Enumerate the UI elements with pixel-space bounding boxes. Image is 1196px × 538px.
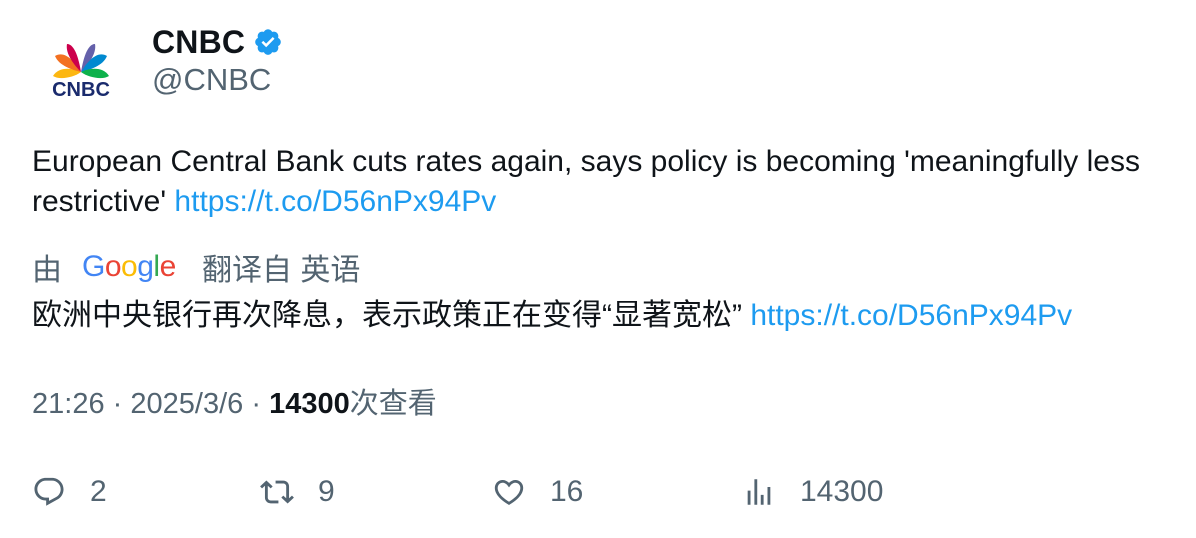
google-logo-icon: Google [82, 250, 176, 283]
reply-count: 2 [90, 475, 107, 508]
retweet-button[interactable]: 9 [260, 470, 335, 514]
translated-body: 欧洲中央银行再次降息，表示政策正在变得“显著宽松” [32, 299, 751, 332]
meta-separator: · [112, 388, 123, 420]
display-name[interactable]: CNBC [152, 24, 245, 61]
tweet-time[interactable]: 21:26 [32, 388, 105, 420]
like-button[interactable]: 16 [492, 470, 583, 514]
views-label: 次查看 [349, 388, 437, 420]
heart-icon [494, 479, 524, 505]
translated-text: 欧洲中央银行再次降息，表示政策正在变得“显著宽松” https://t.co/D… [32, 296, 1182, 336]
views-action-count: 14300 [800, 475, 884, 508]
reply-icon [34, 477, 64, 506]
retweet-icon [260, 480, 294, 504]
cnbc-peacock-logo: CNBC [52, 44, 110, 101]
author-handle[interactable]: @CNBC [152, 62, 271, 98]
author-name-row: CNBC [152, 22, 283, 62]
retweet-count: 9 [318, 475, 335, 508]
views-count: 14300 [269, 388, 350, 420]
cnbc-logo-text: CNBC [52, 79, 110, 101]
verified-badge-icon[interactable] [253, 27, 283, 57]
translated-link[interactable]: https://t.co/D56nPx94Pv [750, 299, 1072, 332]
translation-suffix[interactable]: 翻译自 英语 [202, 245, 360, 289]
translation-prefix: 由 [32, 254, 62, 287]
svg-text:Google: Google [82, 250, 176, 283]
meta-separator: · [251, 388, 261, 420]
avatar[interactable]: CNBC [38, 34, 124, 120]
tweet-date[interactable]: 2025/3/6 [130, 388, 243, 420]
views-button[interactable]: 14300 [742, 470, 883, 514]
like-count: 16 [550, 475, 584, 508]
tweet-text: European Central Bank cuts rates again, … [32, 142, 1172, 222]
tweet-link[interactable]: https://t.co/D56nPx94Pv [174, 185, 496, 218]
analytics-icon [747, 479, 771, 505]
translation-attribution: 由 Google 翻译自 英语 [32, 246, 360, 288]
tweet-actions: 2 9 16 14300 [32, 470, 1182, 514]
tweet-meta: 21:26 · 2025/3/6 · 14300次查看 [32, 384, 437, 424]
reply-button[interactable]: 2 [32, 470, 107, 514]
